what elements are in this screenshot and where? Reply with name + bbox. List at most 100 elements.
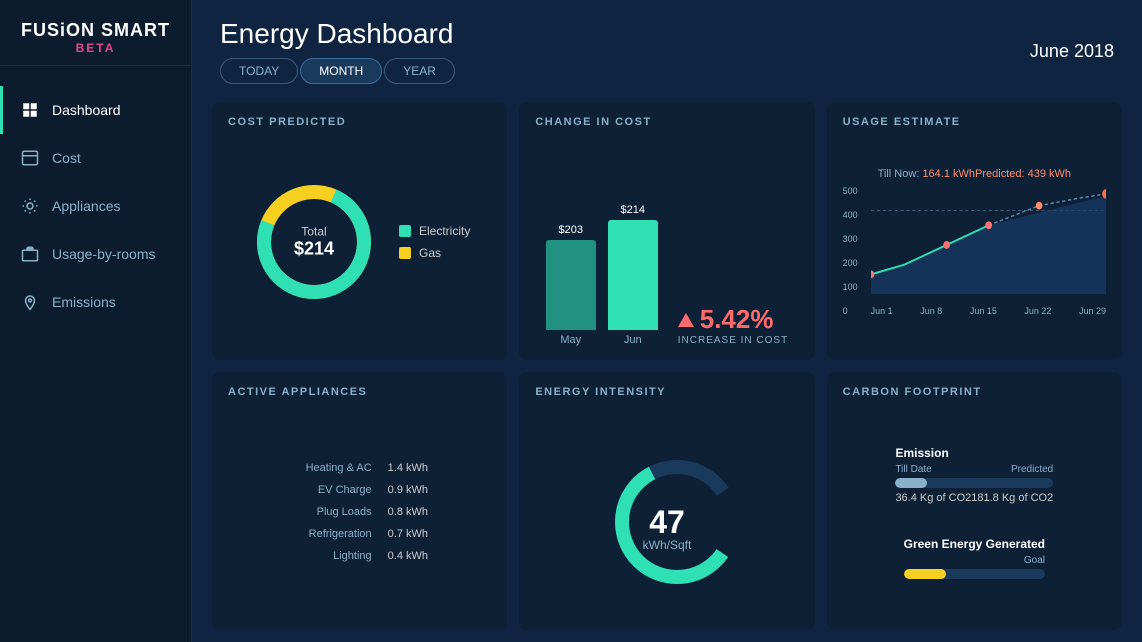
emissions-icon — [20, 292, 40, 312]
gauge-chart: 47 kWh/Sqft — [602, 447, 732, 577]
appliance-row-2: Plug Loads 0.8 kWh — [282, 505, 438, 519]
usage-estimate-body: Till Now: 164.1 kWh Predicted: 439 kWh 5… — [843, 138, 1106, 346]
jun-label: Jun — [624, 334, 642, 346]
emission-title: Emission — [895, 446, 1053, 460]
change-indicator: 5.42% INCREASE IN COST — [678, 304, 788, 346]
cost-predicted-title: COST PREDICTED — [228, 116, 491, 128]
dashboard-icon — [20, 100, 40, 120]
header-date: June 2018 — [1030, 41, 1114, 62]
predicted-label: Predicted — [1011, 464, 1053, 475]
green-energy-title: Green Energy Generated — [904, 537, 1045, 551]
predicted-co2-value: 181.8 Kg of CO2 — [971, 492, 1053, 504]
appliance-value-2: 0.8 kWh — [388, 506, 438, 518]
appliance-row-4: Lighting 0.4 kWh — [282, 549, 438, 563]
change-in-cost-card: CHANGE IN COST $203 May $214 Jun — [519, 102, 814, 360]
legend-gas: Gas — [399, 246, 470, 260]
appliance-row-1: EV Charge 0.9 kWh — [282, 483, 438, 497]
usage-chart-area: 5004003002001000 — [843, 186, 1106, 316]
app-title: FUSiON SMART — [20, 20, 171, 41]
change-cost-body: $203 May $214 Jun 5.42% INCREA — [535, 138, 798, 346]
change-percent: 5.42% — [678, 304, 788, 335]
sidebar-label-dashboard: Dashboard — [52, 102, 121, 118]
gas-dot — [399, 247, 411, 259]
sidebar-item-appliances[interactable]: Appliances — [0, 182, 191, 230]
cost-icon — [20, 148, 40, 168]
cost-predicted-body: Total $214 Electricity Gas — [228, 138, 491, 346]
header-left: Energy Dashboard TODAY MONTH YEAR — [220, 18, 455, 84]
tab-today[interactable]: TODAY — [220, 58, 298, 84]
jun-value: $214 — [621, 204, 645, 216]
donut-total-value: $214 — [294, 239, 334, 260]
appliance-value-1: 0.9 kWh — [388, 484, 438, 496]
appliances-body: Heating & AC 1.4 kWh EV Charge 0.9 kWh P… — [228, 408, 491, 616]
carbon-body: Emission Till Date Predicted 36.4 Kg of … — [843, 408, 1106, 616]
emission-bar-container — [895, 478, 1053, 488]
carbon-footprint-card: CARBON FOOTPRINT Emission Till Date Pred… — [827, 372, 1122, 630]
change-text: INCREASE IN COST — [678, 335, 788, 346]
gauge-unit: kWh/Sqft — [643, 538, 692, 552]
gas-label: Gas — [419, 246, 441, 260]
energy-intensity-title: ENERGY INTENSITY — [535, 386, 798, 398]
x-axis: Jun 1Jun 8Jun 15Jun 22Jun 29 — [871, 306, 1106, 316]
predicted: Predicted: 439 kWh — [975, 168, 1071, 180]
usage-estimate-card: USAGE ESTIMATE Till Now: 164.1 kWh Predi… — [827, 102, 1122, 360]
may-bar — [546, 240, 596, 330]
emission-values: 36.4 Kg of CO2 181.8 Kg of CO2 — [895, 492, 1053, 504]
sidebar-label-cost: Cost — [52, 150, 81, 166]
sidebar-item-cost[interactable]: Cost — [0, 134, 191, 182]
green-energy-section: Green Energy Generated Goal — [904, 537, 1045, 579]
appliance-name-0: Heating & AC — [282, 462, 372, 474]
time-tabs: TODAY MONTH YEAR — [220, 58, 455, 84]
usage-estimate-title: USAGE ESTIMATE — [843, 116, 1106, 128]
appliance-value-3: 0.7 kWh — [388, 528, 438, 540]
legend-electricity: Electricity — [399, 224, 470, 238]
sidebar-nav: Dashboard Cost Appliances Usage-by-rooms… — [0, 86, 191, 326]
usage-svg — [871, 186, 1106, 294]
energy-intensity-card: ENERGY INTENSITY 47 kWh/Sqft — [519, 372, 814, 630]
appliance-name-2: Plug Loads — [282, 506, 372, 518]
y-axis: 5004003002001000 — [843, 186, 868, 316]
donut-total-label: Total — [294, 225, 334, 239]
sidebar-item-usage-by-rooms[interactable]: Usage-by-rooms — [0, 230, 191, 278]
usage-header: Till Now: 164.1 kWh Predicted: 439 kWh — [878, 168, 1071, 180]
emission-bar-fill — [895, 478, 927, 488]
change-in-cost-title: CHANGE IN COST — [535, 116, 798, 128]
green-bar-container — [904, 569, 1045, 579]
main-content: Energy Dashboard TODAY MONTH YEAR June 2… — [192, 0, 1142, 642]
appliance-name-4: Lighting — [282, 550, 372, 562]
sidebar-label-rooms: Usage-by-rooms — [52, 246, 155, 262]
bar-chart: $203 May $214 Jun — [546, 204, 658, 346]
cards-grid: COST PREDICTED Total $214 Electricit — [192, 94, 1142, 642]
sidebar-label-emissions: Emissions — [52, 294, 116, 310]
jun-bar — [608, 220, 658, 330]
active-appliances-title: ACTIVE APPLIANCES — [228, 386, 491, 398]
carbon-footprint-title: CARBON FOOTPRINT — [843, 386, 1106, 398]
may-label: May — [560, 334, 581, 346]
goal-label: Goal — [1024, 555, 1045, 566]
donut-label: Total $214 — [294, 225, 334, 260]
main-header: Energy Dashboard TODAY MONTH YEAR June 2… — [192, 0, 1142, 94]
sidebar-item-dashboard[interactable]: Dashboard — [0, 86, 191, 134]
appliance-row-0: Heating & AC 1.4 kWh — [282, 461, 438, 475]
green-sub-header: Goal — [904, 555, 1045, 566]
beta-badge: BETA — [20, 41, 171, 55]
electricity-label: Electricity — [419, 224, 470, 238]
appliance-value-0: 1.4 kWh — [388, 462, 438, 474]
may-value: $203 — [559, 224, 583, 236]
cost-predicted-card: COST PREDICTED Total $214 Electricit — [212, 102, 507, 360]
jun-bar-group: $214 Jun — [608, 204, 658, 346]
gauge-value: 47 — [643, 506, 692, 538]
till-date-value: 36.4 Kg of CO2 — [895, 492, 971, 504]
appliance-name-1: EV Charge — [282, 484, 372, 496]
donut-chart: Total $214 — [249, 177, 379, 307]
tab-year[interactable]: YEAR — [384, 58, 455, 84]
appliance-name-3: Refrigeration — [282, 528, 372, 540]
appliance-value-4: 0.4 kWh — [388, 550, 438, 562]
sidebar-item-emissions[interactable]: Emissions — [0, 278, 191, 326]
emission-section: Emission Till Date Predicted 36.4 Kg of … — [895, 446, 1053, 504]
may-bar-group: $203 May — [546, 224, 596, 346]
till-now: Till Now: 164.1 kWh — [878, 168, 975, 180]
energy-body: 47 kWh/Sqft — [535, 408, 798, 616]
gauge-label: 47 kWh/Sqft — [643, 506, 692, 552]
tab-month[interactable]: MONTH — [300, 58, 382, 84]
